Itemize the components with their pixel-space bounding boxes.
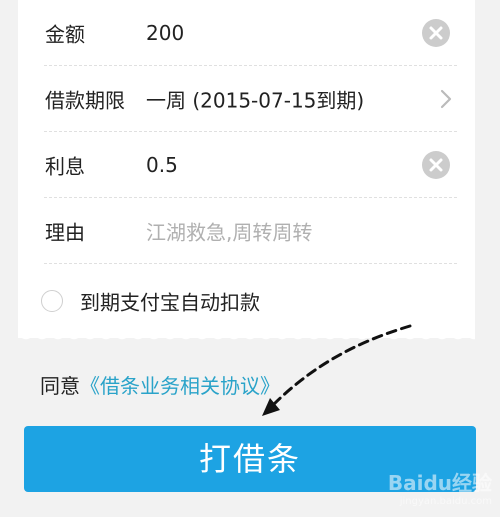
reason-label: 理由 bbox=[45, 220, 85, 245]
row-divider bbox=[44, 263, 457, 264]
term-row[interactable]: 借款期限 一周 (2015-07-15到期) bbox=[18, 66, 475, 132]
reason-row: 理由 江湖救急,周转周转 bbox=[18, 198, 475, 264]
auto-deduct-label: 到期支付宝自动扣款 bbox=[80, 290, 260, 315]
page: 金额 200 借款期限 一周 (2015-07-15到期) 利息 0.5 理由 … bbox=[0, 0, 500, 517]
watermark-main: Baidu经验 bbox=[387, 471, 492, 495]
agreement-prefix: 同意 bbox=[40, 374, 80, 398]
term-value: 一周 (2015-07-15到期) bbox=[146, 88, 365, 113]
interest-input[interactable]: 0.5 bbox=[146, 153, 178, 177]
amount-input[interactable]: 200 bbox=[146, 21, 184, 45]
interest-label: 利息 bbox=[45, 154, 85, 179]
watermark-sub: jingyan.baidu.com bbox=[399, 496, 492, 507]
amount-row: 金额 200 bbox=[18, 0, 475, 66]
clear-interest-icon[interactable] bbox=[421, 150, 451, 180]
amount-label: 金额 bbox=[45, 22, 85, 47]
term-label: 借款期限 bbox=[45, 88, 125, 113]
watermark-logo: Baidu经验 jingyan.baidu.com bbox=[388, 467, 492, 507]
auto-deduct-radio[interactable] bbox=[41, 290, 63, 312]
clear-amount-icon[interactable] bbox=[421, 18, 451, 48]
agreement-line: 同意《借条业务相关协议》 bbox=[40, 370, 280, 399]
reason-input[interactable]: 江湖救急,周转周转 bbox=[146, 217, 312, 246]
annotation-arrow bbox=[262, 324, 412, 416]
interest-row: 利息 0.5 bbox=[18, 132, 475, 198]
chevron-right-icon bbox=[440, 89, 452, 109]
